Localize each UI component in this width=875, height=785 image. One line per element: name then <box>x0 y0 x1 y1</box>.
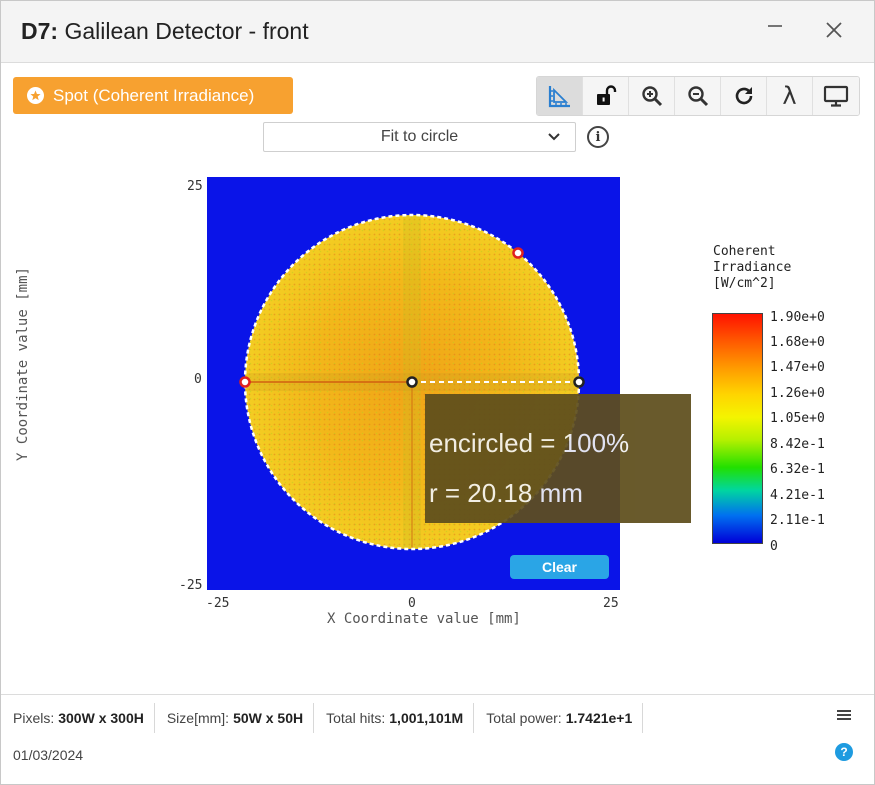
ruler-icon <box>548 86 570 108</box>
date-text: 01/03/2024 <box>13 747 84 763</box>
center-handle[interactable] <box>406 376 418 388</box>
display-button[interactable] <box>813 77 859 115</box>
size-value: 50W x 50H <box>233 710 304 726</box>
window-title: D7: Galilean Detector - front <box>21 18 309 45</box>
ruler-button[interactable] <box>537 77 583 115</box>
y-tick-zero: 0 <box>194 372 202 387</box>
help-icon[interactable]: ? <box>835 743 853 761</box>
power-value: 1.7421e+1 <box>565 710 633 726</box>
status-footer: Pixels: 300W x 300H Size[mm]: 50W x 50H To… <box>1 694 874 784</box>
radius-handle[interactable] <box>573 376 585 388</box>
x-tick-right: 25 <box>603 596 619 611</box>
colorbar-tick: 6.32e-1 <box>770 462 825 477</box>
help-glyph: ? <box>840 745 848 759</box>
unlock-button[interactable] <box>583 77 629 115</box>
colorbar-tick: 2.11e-1 <box>770 513 825 528</box>
title-bar: D7: Galilean Detector - front <box>1 1 874 63</box>
zoom-in-icon <box>641 86 662 107</box>
colorbar-tick: 1.90e+0 <box>770 310 825 325</box>
colorbar-tick: 1.47e+0 <box>770 360 825 375</box>
irradiance-plot[interactable] <box>207 177 620 590</box>
info-glyph: i <box>595 129 601 145</box>
refresh-icon <box>735 87 752 105</box>
x-tick-left: -25 <box>206 596 230 611</box>
y-tick-bottom: -25 <box>179 578 203 593</box>
fit-mode-value: Fit to circle <box>380 128 459 145</box>
info-icon[interactable]: i <box>587 126 609 148</box>
hits-stat: Total hits: 1,001,101M <box>314 703 475 733</box>
colorbar-tick: 1.05e+0 <box>770 411 825 426</box>
colorbar-tick: 4.21e-1 <box>770 488 825 503</box>
power-stat: Total power: 1.7421e+1 <box>474 703 644 733</box>
minimize-button[interactable] <box>757 13 793 47</box>
spot-coherent-irradiance-button[interactable]: Spot (Coherent Irradiance) <box>13 77 293 114</box>
size-stat: Size[mm]: 50W x 50H <box>155 703 315 733</box>
minimize-icon <box>768 25 782 27</box>
left-edge-handle[interactable] <box>239 376 251 388</box>
hits-value: 1,001,101M <box>389 710 464 726</box>
fit-mode-select[interactable]: Fit to circle <box>263 122 576 152</box>
colorbar-title: Coherent Irradiance [W/cm^2] <box>713 244 792 291</box>
colorbar-tick: 0 <box>770 539 778 554</box>
window-title-id: D7: <box>21 18 59 44</box>
pixels-label: Pixels: <box>13 710 55 726</box>
stats-bar: Pixels: 300W x 300H Size[mm]: 50W x 50H To… <box>1 695 644 741</box>
tooltip-radius: r = 20.18 mm <box>429 478 583 508</box>
lambda-icon: λ <box>782 82 797 110</box>
hamburger-menu-icon[interactable] <box>836 708 852 727</box>
x-axis-label: X Coordinate value [mm] <box>327 611 521 627</box>
detector-window: D7: Galilean Detector - front Spot (Cohe… <box>0 0 875 785</box>
upper-right-handle[interactable] <box>512 247 524 259</box>
colorbar-tick: 1.68e+0 <box>770 335 825 350</box>
x-tick-zero: 0 <box>408 596 416 611</box>
wavelength-button[interactable]: λ <box>767 77 813 115</box>
close-button[interactable] <box>816 13 852 47</box>
pixels-value: 300W x 300H <box>58 710 144 726</box>
chevron-down-icon <box>548 133 560 141</box>
y-axis-label: Y Coordinate value [mm] <box>15 267 31 461</box>
tooltip-encircled: encircled = 100% <box>429 428 630 458</box>
colorbar <box>712 313 763 544</box>
unlock-icon <box>596 85 616 105</box>
colorbar-tick: 8.42e-1 <box>770 437 825 452</box>
zoom-out-icon <box>687 86 708 107</box>
clear-button[interactable]: Clear <box>510 555 609 579</box>
y-axis-label-text: Y Coordinate value [mm] <box>15 267 31 461</box>
pixels-stat: Pixels: 300W x 300H <box>1 703 155 733</box>
close-icon <box>826 22 842 38</box>
refresh-button[interactable] <box>721 77 767 115</box>
zoom-out-button[interactable] <box>675 77 721 115</box>
size-label: Size[mm]: <box>166 710 230 726</box>
zoom-in-button[interactable] <box>629 77 675 115</box>
power-label: Total power: <box>486 710 562 726</box>
window-title-text: Galilean Detector - front <box>58 18 309 44</box>
spot-button-label: Spot (Coherent Irradiance) <box>53 85 255 105</box>
encircled-tooltip: encircled = 100% r = 20.18 mm <box>425 394 691 523</box>
spot-diagram <box>239 213 585 551</box>
plot-toolbar: λ <box>536 76 860 116</box>
colorbar-tick: 1.26e+0 <box>770 386 825 401</box>
hits-label: Total hits: <box>326 710 386 726</box>
star-icon <box>27 87 44 104</box>
monitor-icon <box>823 85 849 107</box>
y-tick-top: 25 <box>187 179 203 194</box>
